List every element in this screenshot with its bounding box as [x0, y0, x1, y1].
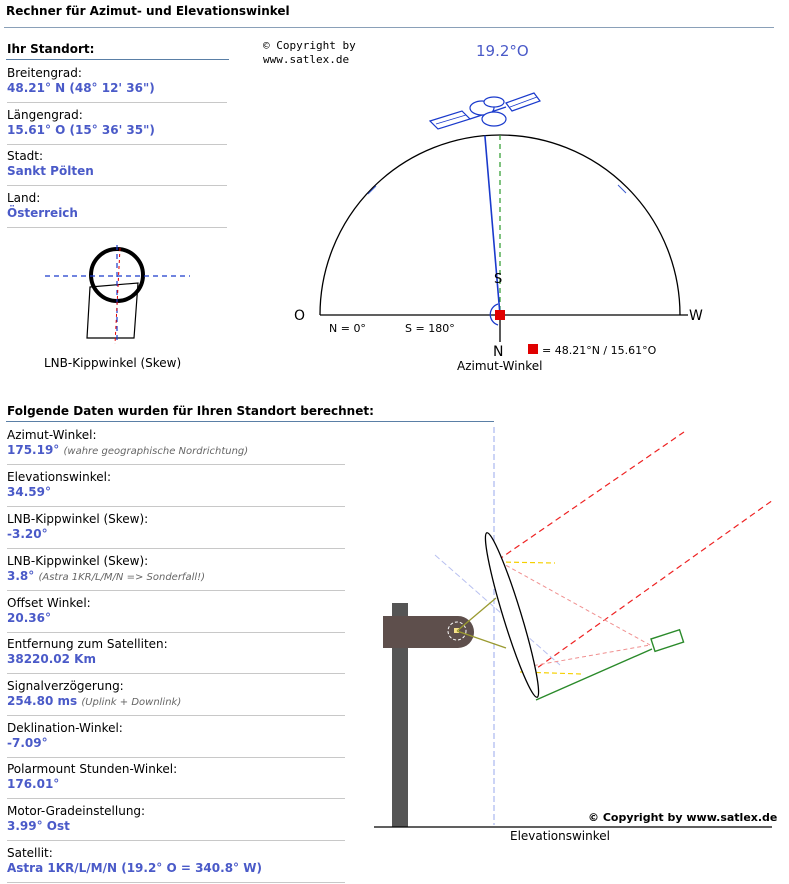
label-south: S [494, 272, 502, 287]
result-item: Polarmount Stunden-Winkel: 176.01° [7, 762, 345, 799]
result-label: Azimut-Winkel: [7, 428, 97, 442]
yellow-mark-upper [497, 561, 556, 564]
result-note: (Astra 1KR/L/M/N => Sonderfall!) [38, 572, 206, 583]
results-heading: Folgende Daten wurden für Ihren Standort… [7, 404, 374, 418]
result-item: LNB-Kippwinkel (Skew): -3.20° [7, 512, 345, 549]
result-value: 254.80 ms [7, 694, 78, 708]
label-west: W [689, 308, 703, 324]
label-east: O [294, 308, 305, 324]
result-item: Elevationswinkel: 34.59° [7, 470, 345, 507]
azimuth-copyright-line1: © Copyright by [263, 39, 356, 52]
result-value: 3.99° Ost [7, 819, 70, 833]
location-marker [495, 310, 505, 320]
results-divider [6, 421, 494, 422]
result-label: Polarmount Stunden-Winkel: [7, 762, 178, 776]
latitude-value: 48.21° N (48° 12' 36") [7, 81, 155, 95]
result-label: Offset Winkel: [7, 596, 91, 610]
result-label: Entfernung zum Satelliten: [7, 637, 168, 651]
dish-arm-upper [456, 597, 497, 632]
longitude-label: Längengrad: [7, 108, 83, 122]
azimuth-line [484, 135, 501, 316]
city-value: Sankt Pölten [7, 164, 94, 178]
result-value: 176.01° [7, 777, 60, 791]
latitude-label: Breitengrad: [7, 66, 82, 80]
result-value: 34.59° [7, 485, 51, 499]
label-n-zero: N = 0° [329, 322, 366, 335]
azimuth-caption: Azimut-Winkel [457, 359, 543, 373]
elevation-caption: Elevationswinkel [510, 829, 610, 843]
result-note: (Uplink + Downlink) [81, 697, 182, 708]
result-label: LNB-Kippwinkel (Skew): [7, 554, 149, 568]
location-item-city: Stadt: Sankt Pölten [7, 149, 227, 186]
label-s-180: S = 180° [405, 322, 455, 335]
result-item: Offset Winkel: 20.36° [7, 596, 345, 633]
result-value: -3.20° [7, 527, 48, 541]
result-value-row: -3.20° [7, 527, 345, 542]
result-value-row: 254.80 ms (Uplink + Downlink) [7, 694, 345, 710]
result-value: Astra 1KR/L/M/N (19.2° O = 340.8° W) [7, 861, 262, 875]
result-item: Signalverzögerung: 254.80 ms (Uplink + Do… [7, 679, 345, 716]
result-value-row: 38220.02 Km [7, 652, 345, 667]
beam-lower-line [529, 499, 774, 674]
elevation-diagram [374, 427, 774, 828]
result-value-row: -7.09° [7, 736, 345, 751]
arc-tick-left [367, 185, 377, 195]
result-value: 20.36° [7, 611, 51, 625]
country-label: Land: [7, 191, 41, 205]
label-north: N [493, 344, 503, 360]
result-value-row: 176.01° [7, 777, 345, 792]
location-heading: Ihr Standort: [7, 42, 95, 56]
result-value: 3.8° [7, 569, 35, 583]
result-value: 38220.02 Km [7, 652, 96, 666]
result-item: Satellit: Astra 1KR/L/M/N (19.2° O = 340.… [7, 846, 345, 883]
arc-tick-right [617, 184, 627, 194]
elevation-copyright: © Copyright by www.satlex.de [588, 811, 778, 824]
result-label: Deklination-Winkel: [7, 721, 123, 735]
result-value: 175.19° [7, 443, 60, 457]
longitude-value: 15.61° O (15° 36' 35") [7, 123, 155, 137]
azimuth-copyright: © Copyright by www.satlex.de [263, 39, 356, 67]
result-label: LNB-Kippwinkel (Skew): [7, 512, 149, 526]
city-label: Stadt: [7, 149, 44, 163]
location-divider [6, 59, 229, 60]
result-label: Signalverzögerung: [7, 679, 124, 693]
position-legend: = 48.21°N / 15.61°O [542, 344, 657, 357]
result-item: Azimut-Winkel: 175.19° (wahre geographisc… [7, 428, 345, 465]
result-value-row: 20.36° [7, 611, 345, 626]
dish-reflector [484, 532, 540, 698]
feed-arm [535, 648, 653, 701]
result-value-row: 34.59° [7, 485, 345, 500]
skew-caption: LNB-Kippwinkel (Skew) [44, 356, 182, 370]
legend-marker [528, 344, 538, 354]
satellite-position-label: 19.2°O [476, 42, 529, 60]
result-value: -7.09° [7, 736, 48, 750]
location-item-country: Land: Österreich [7, 191, 227, 228]
result-item: Deklination-Winkel: -7.09° [7, 721, 345, 758]
result-value-row: 175.19° (wahre geographische Nordrichtun… [7, 443, 345, 459]
satellite-icon [428, 92, 541, 130]
result-value-row: 3.8° (Astra 1KR/L/M/N => Sonderfall!) [7, 569, 345, 585]
location-item-latitude: Breitengrad: 48.21° N (48° 12' 36") [7, 66, 227, 103]
skew-diagram [45, 245, 190, 345]
lnb-feed [650, 628, 685, 653]
result-label: Satellit: [7, 846, 53, 860]
country-value: Österreich [7, 206, 78, 220]
beam-upper-line [497, 431, 685, 561]
result-value-row: 3.99° Ost [7, 819, 345, 834]
page-title: Rechner für Azimut- und Elevationswinkel [6, 4, 290, 18]
azimuth-diagram: O W S N N = 0° S = 180° = 48.21°N / 15.6… [294, 92, 703, 360]
azimuth-copyright-line2: www.satlex.de [263, 53, 350, 66]
result-item: Entfernung zum Satelliten: 38220.02 Km [7, 637, 345, 674]
result-label: Motor-Gradeinstellung: [7, 804, 146, 818]
reflect-lower-line [519, 644, 651, 669]
result-item: Motor-Gradeinstellung: 3.99° Ost [7, 804, 345, 841]
result-item: LNB-Kippwinkel (Skew): 3.8° (Astra 1KR/L/… [7, 554, 345, 591]
location-item-longitude: Längengrad: 15.61° O (15° 36' 35") [7, 108, 227, 145]
result-note: (wahre geographische Nordrichtung) [63, 446, 249, 457]
result-label: Elevationswinkel: [7, 470, 112, 484]
result-value-row: Astra 1KR/L/M/N (19.2° O = 340.8° W) [7, 861, 345, 876]
title-divider [4, 27, 774, 28]
